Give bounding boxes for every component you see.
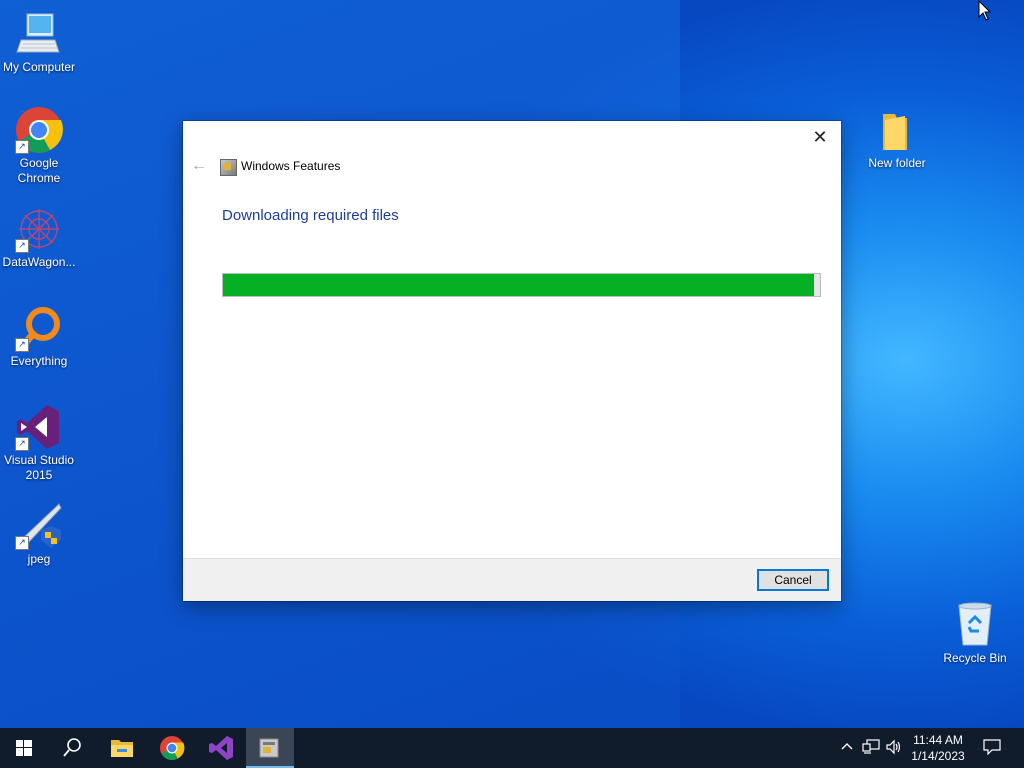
- everything-search-icon: ↗: [15, 304, 63, 352]
- shortcut-arrow-icon: ↗: [15, 239, 29, 253]
- desktop: My Computer ↗ Google Chrome ↗ DataWagon.…: [0, 0, 1024, 728]
- search-icon: [63, 738, 81, 757]
- taskbar-chrome[interactable]: [148, 728, 196, 768]
- chrome-icon: [160, 736, 185, 760]
- taskbar-file-explorer[interactable]: [98, 728, 146, 768]
- desktop-icon-label: Recycle Bin: [943, 651, 1007, 665]
- shortcut-arrow-icon: ↗: [15, 338, 29, 352]
- download-progress-bar: [222, 273, 821, 297]
- desktop-icon-label: My Computer: [2, 60, 76, 74]
- desktop-icon-label: jpeg: [27, 552, 51, 566]
- dialog-footer: Cancel: [183, 558, 841, 601]
- clock-time: 11:44 AM: [913, 733, 963, 747]
- desktop-icon-label: DataWagon...: [2, 255, 76, 269]
- volume-icon[interactable]: [885, 739, 903, 758]
- cancel-button[interactable]: Cancel: [757, 569, 829, 591]
- desktop-icon-recycle-bin[interactable]: Recycle Bin: [936, 601, 1014, 666]
- jpeg-tool-icon: ↗: [15, 502, 63, 550]
- search-button[interactable]: [48, 728, 96, 768]
- desktop-icon-new-folder[interactable]: New folder: [858, 106, 936, 171]
- back-arrow-icon: ←: [191, 157, 207, 174]
- taskbar-clock[interactable]: 11:44 AM 1/14/2023: [906, 732, 970, 764]
- desktop-icon-visual-studio[interactable]: ↗ Visual Studio 2015: [0, 403, 78, 483]
- desktop-icon-label: Google Chrome: [17, 156, 61, 185]
- folder-icon: [873, 106, 921, 154]
- taskbar: 11:44 AM 1/14/2023: [0, 728, 1024, 768]
- chrome-icon: ↗: [15, 106, 63, 154]
- windows-features-icon: [220, 159, 237, 176]
- datawagon-icon: ↗: [15, 205, 63, 253]
- windows-logo-icon: [16, 740, 32, 756]
- dialog-title: Windows Features: [241, 159, 341, 173]
- network-icon[interactable]: [862, 739, 880, 758]
- taskbar-visual-studio[interactable]: [197, 728, 245, 768]
- show-hidden-icons-chevron-icon[interactable]: [840, 739, 854, 756]
- desktop-icon-label: Visual Studio 2015: [4, 453, 74, 482]
- mouse-cursor-icon: [978, 0, 992, 27]
- action-center-icon[interactable]: [983, 739, 1001, 758]
- close-button[interactable]: ✕: [805, 125, 835, 149]
- desktop-icon-label: New folder: [868, 156, 926, 170]
- start-button[interactable]: [0, 728, 48, 768]
- desktop-icon-datawagon[interactable]: ↗ DataWagon...: [0, 205, 78, 270]
- desktop-icon-my-computer[interactable]: My Computer: [0, 10, 78, 75]
- desktop-icon-label: Everything: [10, 354, 68, 368]
- visual-studio-icon: [209, 736, 233, 760]
- progress-fill: [223, 274, 815, 296]
- windows-features-dialog: ✕ ← Windows Features Downloading require…: [183, 121, 841, 601]
- windows-features-icon: [259, 738, 279, 758]
- recycle-bin-icon: [951, 601, 999, 649]
- shortcut-arrow-icon: ↗: [15, 140, 29, 154]
- status-heading: Downloading required files: [222, 207, 399, 224]
- taskbar-windows-features[interactable]: [246, 728, 294, 768]
- computer-icon: [15, 10, 63, 58]
- visual-studio-icon: ↗: [15, 403, 63, 451]
- desktop-icon-everything[interactable]: ↗ Everything: [0, 304, 78, 369]
- shortcut-arrow-icon: ↗: [15, 536, 29, 550]
- clock-date: 1/14/2023: [911, 749, 965, 763]
- desktop-icon-google-chrome[interactable]: ↗ Google Chrome: [0, 106, 78, 186]
- file-explorer-icon: [111, 740, 133, 757]
- desktop-icon-jpeg[interactable]: ↗ jpeg: [0, 502, 78, 567]
- shortcut-arrow-icon: ↗: [15, 437, 29, 451]
